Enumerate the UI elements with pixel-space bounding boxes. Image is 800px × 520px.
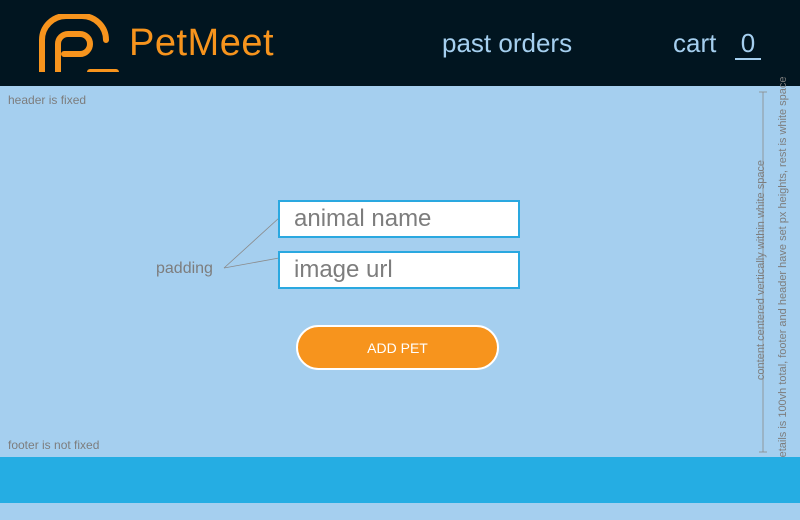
footer-not-fixed-note: footer is not fixed bbox=[8, 438, 100, 452]
animal-name-input[interactable] bbox=[278, 200, 520, 238]
details-height-note: details is 100vh total, footer and heade… bbox=[777, 76, 789, 464]
padding-label: padding bbox=[156, 260, 213, 277]
cart-count-badge[interactable]: 0 bbox=[735, 28, 761, 60]
nav-cart-link[interactable]: cart bbox=[673, 28, 716, 59]
app-header: PetMeet past orders cart 0 bbox=[0, 0, 800, 86]
header-fixed-note: header is fixed bbox=[8, 93, 87, 107]
add-pet-button[interactable]: ADD PET bbox=[296, 325, 499, 370]
nav-past-orders-link[interactable]: past orders bbox=[442, 28, 572, 59]
image-url-input[interactable] bbox=[278, 251, 520, 289]
brand-name[interactable]: PetMeet bbox=[129, 22, 274, 65]
petmeet-logo-icon bbox=[39, 14, 119, 72]
vertical-center-note: content centered vertically within white… bbox=[755, 159, 767, 381]
app-footer bbox=[0, 457, 800, 503]
